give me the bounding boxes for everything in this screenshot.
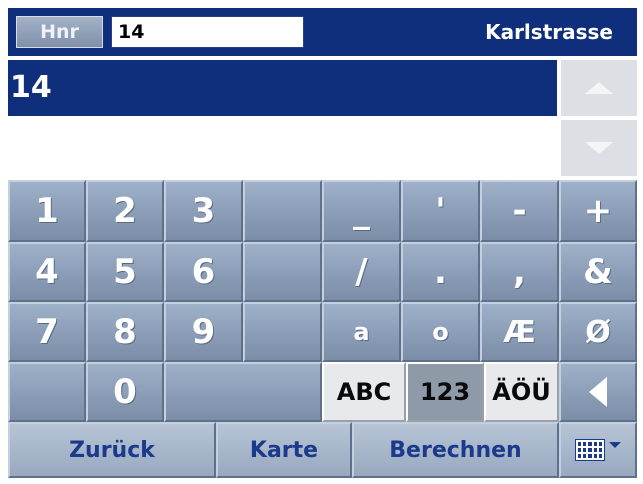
key-1[interactable]: 1 (8, 180, 86, 242)
chevron-down-icon (609, 442, 621, 448)
key-underscore[interactable]: _ (322, 180, 401, 242)
key-comma[interactable]: , (480, 242, 559, 302)
on-screen-keyboard: 1 2 3 _ ' - + 4 5 6 / . , & 7 8 9 a o Æ … (8, 180, 637, 478)
key-o[interactable]: o (401, 302, 480, 362)
keyboard-icon (575, 439, 605, 461)
calculate-button[interactable]: Berechnen (352, 422, 559, 478)
keyboard-switch-button[interactable] (559, 422, 637, 478)
key-0[interactable]: 0 (86, 362, 164, 422)
key-o-slash[interactable]: Ø (559, 302, 637, 362)
key-2[interactable]: 2 (86, 180, 164, 242)
key-ae[interactable]: Æ (480, 302, 559, 362)
mode-123-button[interactable]: 123 (406, 362, 484, 422)
key-a[interactable]: a (322, 302, 401, 362)
navigation-address-screen: Hnr Karlstrasse 14 1 2 3 _ ' - + 4 5 6 /… (8, 8, 637, 478)
arrow-down-icon (585, 142, 613, 154)
street-name: Karlstrasse (485, 20, 613, 44)
back-button[interactable]: Zurück (8, 422, 216, 478)
hnr-field-button[interactable]: Hnr (16, 16, 103, 48)
house-number-input[interactable] (111, 16, 304, 48)
key-blank-3[interactable] (243, 302, 322, 362)
key-blank-1[interactable] (243, 180, 322, 242)
map-button[interactable]: Karte (216, 422, 352, 478)
header-bar: Hnr Karlstrasse (8, 8, 637, 56)
key-space[interactable] (164, 362, 322, 422)
key-8[interactable]: 8 (86, 302, 164, 362)
key-period[interactable]: . (401, 242, 480, 302)
result-list: 14 (8, 60, 557, 176)
backspace-arrow-icon (589, 377, 607, 407)
arrow-up-icon (585, 82, 613, 94)
backspace-button[interactable] (559, 362, 637, 422)
key-plus[interactable]: + (559, 180, 637, 242)
mode-abc-button[interactable]: ABC (322, 362, 406, 422)
mode-umlaut-button[interactable]: ÄÖÜ (484, 362, 559, 422)
key-3[interactable]: 3 (164, 180, 243, 242)
key-blank-2[interactable] (243, 242, 322, 302)
key-ampersand[interactable]: & (559, 242, 637, 302)
key-blank-4[interactable] (8, 362, 86, 422)
list-item[interactable]: 14 (8, 60, 557, 116)
key-apostrophe[interactable]: ' (401, 180, 480, 242)
key-5[interactable]: 5 (86, 242, 164, 302)
key-9[interactable]: 9 (164, 302, 243, 362)
key-6[interactable]: 6 (164, 242, 243, 302)
scroll-up-button[interactable] (561, 60, 637, 116)
key-slash[interactable]: / (322, 242, 401, 302)
key-4[interactable]: 4 (8, 242, 86, 302)
key-minus[interactable]: - (480, 180, 559, 242)
scroll-down-button[interactable] (561, 120, 637, 176)
key-7[interactable]: 7 (8, 302, 86, 362)
